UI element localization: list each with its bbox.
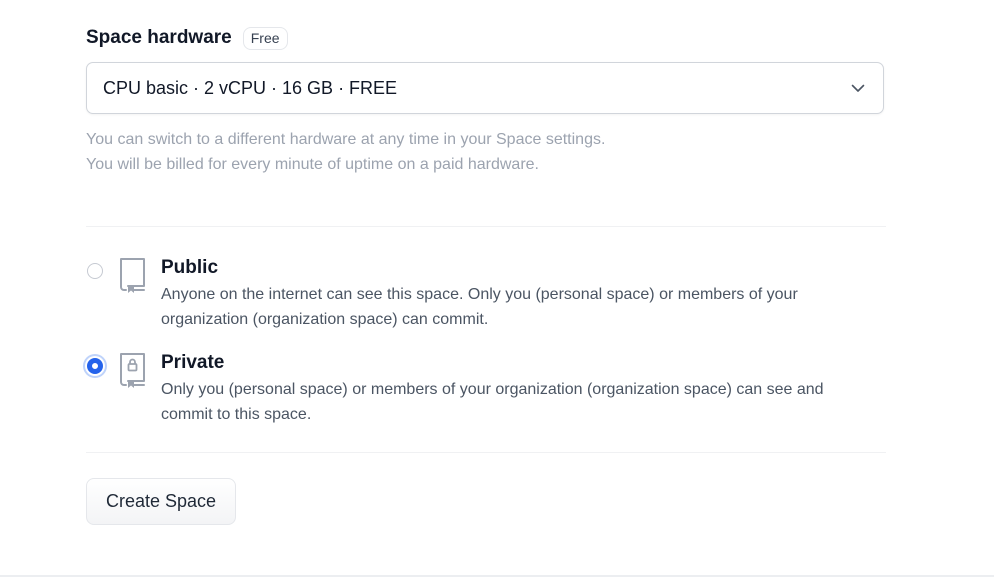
chevron-down-icon xyxy=(849,79,867,97)
book-icon xyxy=(117,255,149,293)
free-badge: Free xyxy=(242,26,288,50)
hardware-select-value: CPU basic · 2 vCPU · 16 GB · FREE xyxy=(103,77,398,98)
visibility-option-private[interactable]: Private Only you (personal space) or mem… xyxy=(86,349,886,429)
hardware-help-line-1: You can switch to a different hardware a… xyxy=(86,131,606,148)
private-option-title: Private xyxy=(161,352,225,373)
hardware-select[interactable]: CPU basic · 2 vCPU · 16 GB · FREE xyxy=(86,62,884,114)
private-radio[interactable] xyxy=(87,358,103,374)
private-option-description: Only you (personal space) or members of … xyxy=(161,381,824,423)
locked-book-icon xyxy=(117,350,149,388)
hardware-help-text: You can switch to a different hardware a… xyxy=(86,127,605,177)
divider xyxy=(86,226,886,227)
hardware-section-header: Space hardware Free xyxy=(86,24,288,52)
public-radio[interactable] xyxy=(87,263,103,279)
page-bottom-border xyxy=(0,575,994,577)
public-option-description: Anyone on the internet can see this spac… xyxy=(161,286,798,328)
public-option-title: Public xyxy=(161,257,219,278)
visibility-option-public[interactable]: Public Anyone on the internet can see th… xyxy=(86,254,886,334)
divider xyxy=(86,452,886,453)
hardware-section-title: Space hardware xyxy=(86,27,232,48)
hardware-help-line-2: You will be billed for every minute of u… xyxy=(86,156,539,173)
create-space-button[interactable]: Create Space xyxy=(86,478,236,525)
